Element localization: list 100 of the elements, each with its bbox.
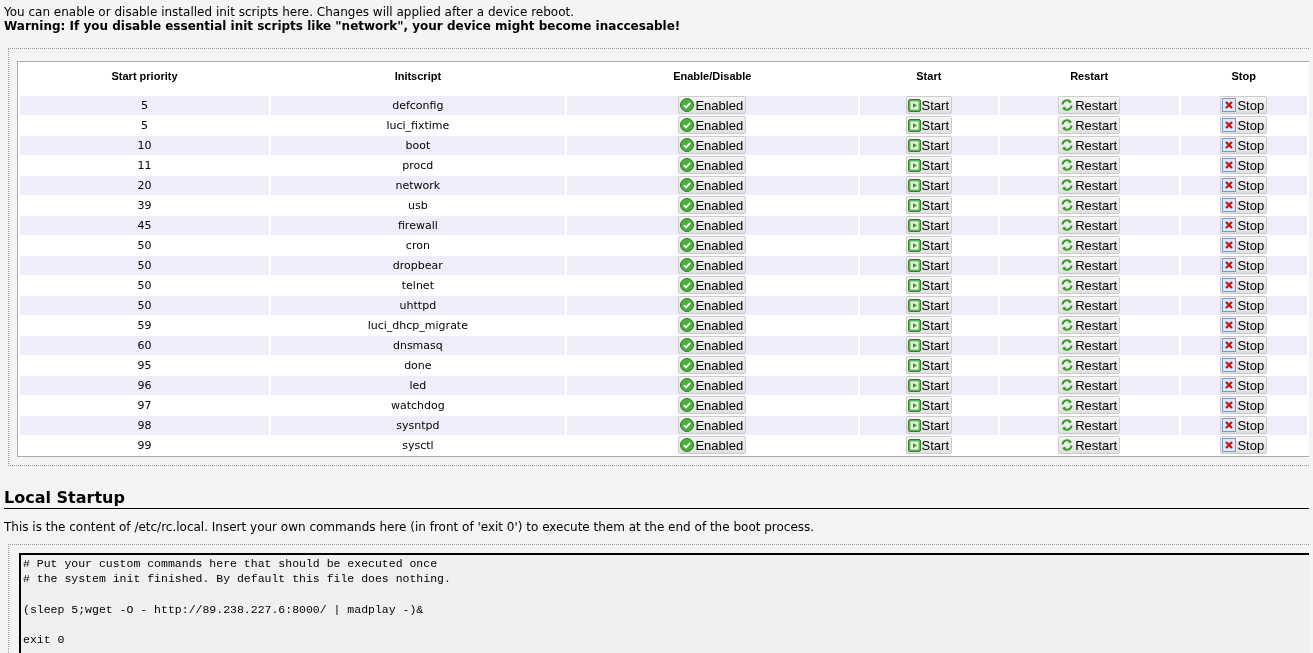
enable-toggle-button[interactable]: Enabled xyxy=(678,276,747,294)
restart-button[interactable]: Restart xyxy=(1058,336,1121,354)
stop-button[interactable]: Stop xyxy=(1220,296,1268,314)
restart-button[interactable]: Restart xyxy=(1058,156,1121,174)
restart-button[interactable]: Restart xyxy=(1058,436,1121,454)
stop-button[interactable]: Stop xyxy=(1220,216,1268,234)
restart-button[interactable]: Restart xyxy=(1058,396,1121,414)
restart-button[interactable]: Restart xyxy=(1058,236,1121,254)
stop-button[interactable]: Stop xyxy=(1220,116,1268,134)
stop-button[interactable]: Stop xyxy=(1220,196,1268,214)
play-icon xyxy=(907,218,921,232)
start-button[interactable]: Start xyxy=(905,296,953,315)
play-icon xyxy=(907,378,921,392)
stop-button[interactable]: Stop xyxy=(1220,236,1268,254)
enable-toggle-button[interactable]: Enabled xyxy=(678,316,747,334)
restart-button[interactable]: Restart xyxy=(1058,356,1121,374)
start-button[interactable]: Start xyxy=(905,276,953,295)
start-button[interactable]: Start xyxy=(905,116,953,135)
play-icon xyxy=(907,258,921,272)
stop-button[interactable]: Stop xyxy=(1220,436,1268,454)
stop-icon xyxy=(1222,318,1237,332)
check-icon xyxy=(680,338,695,352)
start-button[interactable]: Start xyxy=(905,316,953,335)
enable-toggle-button[interactable]: Enabled xyxy=(678,136,747,154)
start-button[interactable]: Start xyxy=(905,256,953,275)
check-icon xyxy=(680,278,695,292)
refresh-icon xyxy=(1060,318,1075,332)
enable-toggle-button[interactable]: Enabled xyxy=(678,336,747,354)
play-icon xyxy=(907,98,921,112)
restart-button[interactable]: Restart xyxy=(1058,316,1121,334)
stop-button[interactable]: Stop xyxy=(1220,256,1268,274)
table-cell: 10 xyxy=(20,136,269,155)
restart-button[interactable]: Restart xyxy=(1058,376,1121,394)
start-button[interactable]: Start xyxy=(905,176,953,195)
play-icon xyxy=(907,158,921,172)
play-icon xyxy=(907,118,921,132)
stop-button[interactable]: Stop xyxy=(1220,176,1268,194)
enable-toggle-button[interactable]: Enabled xyxy=(678,356,747,374)
start-button[interactable]: Start xyxy=(905,136,953,155)
column-header: Start xyxy=(915,69,943,84)
refresh-icon xyxy=(1060,338,1075,352)
intro-text: You can enable or disable installed init scripts here. Changes will applied after a device reboot. xyxy=(4,5,576,19)
enable-toggle-button[interactable]: Enabled xyxy=(678,196,747,214)
table-cell: boot xyxy=(271,136,565,155)
play-icon xyxy=(907,178,921,192)
check-icon xyxy=(680,258,695,272)
stop-button[interactable]: Stop xyxy=(1220,136,1268,154)
enable-toggle-button[interactable]: Enabled xyxy=(678,296,747,314)
restart-button[interactable]: Restart xyxy=(1058,176,1121,194)
restart-button[interactable]: Restart xyxy=(1058,276,1121,294)
stop-button[interactable]: Stop xyxy=(1220,96,1268,114)
start-button[interactable]: Start xyxy=(905,156,953,175)
stop-button[interactable]: Stop xyxy=(1220,316,1268,334)
stop-button[interactable]: Stop xyxy=(1220,276,1268,294)
restart-button[interactable]: Restart xyxy=(1058,416,1121,434)
stop-icon xyxy=(1222,358,1237,372)
restart-button[interactable]: Restart xyxy=(1058,96,1121,114)
enable-toggle-button[interactable]: Enabled xyxy=(678,376,747,394)
column-header: Enable/Disable xyxy=(672,69,753,84)
stop-button[interactable]: Stop xyxy=(1220,376,1268,394)
restart-button[interactable]: Restart xyxy=(1058,116,1121,134)
section-description: This is the content of /etc/rc.local. Insert your own commands here (in front of 'exit 0') to execute them at the end of the boot process. xyxy=(4,520,816,534)
enable-toggle-button[interactable]: Enabled xyxy=(678,96,747,114)
stop-button[interactable]: Stop xyxy=(1220,416,1268,434)
restart-button[interactable]: Restart xyxy=(1058,256,1121,274)
start-button[interactable]: Start xyxy=(905,336,953,355)
start-button[interactable]: Start xyxy=(905,196,953,215)
start-button[interactable]: Start xyxy=(905,96,953,115)
start-button[interactable]: Start xyxy=(905,436,953,455)
refresh-icon xyxy=(1060,298,1075,312)
enable-toggle-button[interactable]: Enabled xyxy=(678,256,747,274)
stop-button[interactable]: Stop xyxy=(1220,336,1268,354)
enable-toggle-button[interactable]: Enabled xyxy=(678,416,747,434)
stop-button[interactable]: Stop xyxy=(1220,156,1268,174)
stop-button[interactable]: Stop xyxy=(1220,396,1268,414)
enable-toggle-button[interactable]: Enabled xyxy=(678,116,747,134)
check-icon xyxy=(680,238,695,252)
table-cell: 20 xyxy=(20,176,269,195)
restart-button[interactable]: Restart xyxy=(1058,136,1121,154)
start-button[interactable]: Start xyxy=(905,216,953,235)
enable-toggle-button[interactable]: Enabled xyxy=(678,436,747,454)
stop-button[interactable]: Stop xyxy=(1220,356,1268,374)
start-button[interactable]: Start xyxy=(905,396,953,415)
start-button[interactable]: Start xyxy=(905,356,953,375)
enable-toggle-button[interactable]: Enabled xyxy=(678,176,747,194)
enable-toggle-button[interactable]: Enabled xyxy=(678,236,747,254)
enable-toggle-button[interactable]: Enabled xyxy=(678,396,747,414)
start-button[interactable]: Start xyxy=(905,236,953,255)
restart-button[interactable]: Restart xyxy=(1058,196,1121,214)
stop-icon xyxy=(1222,378,1237,392)
play-icon xyxy=(907,418,921,432)
refresh-icon xyxy=(1060,378,1075,392)
restart-button[interactable]: Restart xyxy=(1058,296,1121,314)
play-icon xyxy=(907,138,921,152)
start-button[interactable]: Start xyxy=(905,376,953,395)
restart-button[interactable]: Restart xyxy=(1058,216,1121,234)
start-button[interactable]: Start xyxy=(905,416,953,435)
code-editor[interactable]: # Put your custom commands here that should be executed once # the system init finished. By default this file does nothing. (sleep 5;wget -O - http://89.238.227.6:8000/ | madplay -)& exit 0 xyxy=(19,553,1309,653)
enable-toggle-button[interactable]: Enabled xyxy=(678,156,747,174)
enable-toggle-button[interactable]: Enabled xyxy=(678,216,747,234)
